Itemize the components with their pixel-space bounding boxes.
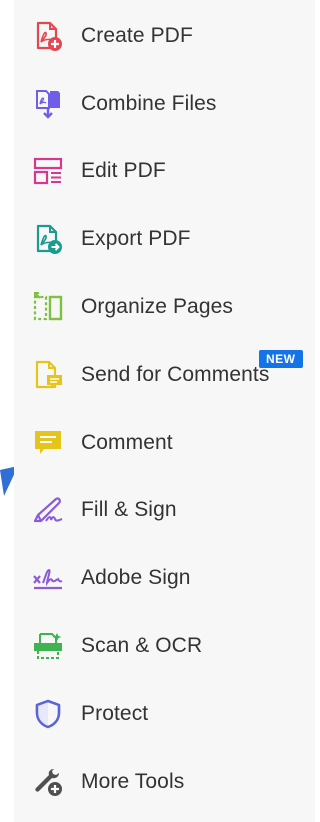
tool-label: Edit PDF	[81, 159, 166, 183]
tool-fill-sign[interactable]: Fill & Sign	[14, 477, 315, 545]
tool-edit-pdf[interactable]: Edit PDF	[14, 138, 315, 206]
tool-label: More Tools	[81, 769, 185, 793]
adobe-sign-icon	[32, 562, 64, 594]
tool-label: Fill & Sign	[81, 498, 177, 522]
tool-scan-ocr[interactable]: Scan & OCR	[14, 612, 315, 680]
tool-label: Comment	[81, 430, 173, 454]
shield-icon	[32, 698, 64, 730]
tool-label: Export PDF	[81, 227, 191, 251]
tool-label: Adobe Sign	[81, 566, 191, 590]
tool-label: Protect	[81, 701, 149, 725]
tool-list: Create PDF Combine Files Edit PDF Export…	[14, 2, 315, 816]
fill-sign-icon	[32, 494, 64, 526]
comment-icon	[32, 427, 64, 459]
tool-adobe-sign[interactable]: Adobe Sign	[14, 544, 315, 612]
tool-more-tools[interactable]: More Tools	[14, 748, 315, 816]
tool-protect[interactable]: Protect	[14, 680, 315, 748]
new-badge: NEW	[259, 349, 303, 368]
export-pdf-icon	[32, 223, 64, 255]
more-tools-icon	[32, 766, 64, 798]
tool-export-pdf[interactable]: Export PDF	[14, 205, 315, 273]
scan-ocr-icon	[32, 630, 64, 662]
organize-pages-icon	[32, 291, 64, 323]
combine-files-icon	[32, 88, 64, 120]
tool-label: Organize Pages	[81, 295, 233, 319]
send-for-comments-icon	[32, 359, 64, 391]
tool-combine-files[interactable]: Combine Files	[14, 70, 315, 138]
edit-pdf-icon	[32, 155, 64, 187]
tool-organize-pages[interactable]: Organize Pages	[14, 273, 315, 341]
tool-label: Create PDF	[81, 23, 193, 47]
tool-create-pdf[interactable]: Create PDF	[14, 2, 315, 70]
tool-label: Send for Comments	[81, 362, 270, 386]
tool-send-for-comments[interactable]: Send for Comments NEW	[14, 341, 315, 409]
tool-label: Scan & OCR	[81, 634, 203, 658]
tools-panel: Create PDF Combine Files Edit PDF Export…	[14, 0, 315, 822]
tool-label: Combine Files	[81, 91, 217, 115]
tool-comment[interactable]: Comment	[14, 409, 315, 477]
create-pdf-icon	[32, 20, 64, 52]
